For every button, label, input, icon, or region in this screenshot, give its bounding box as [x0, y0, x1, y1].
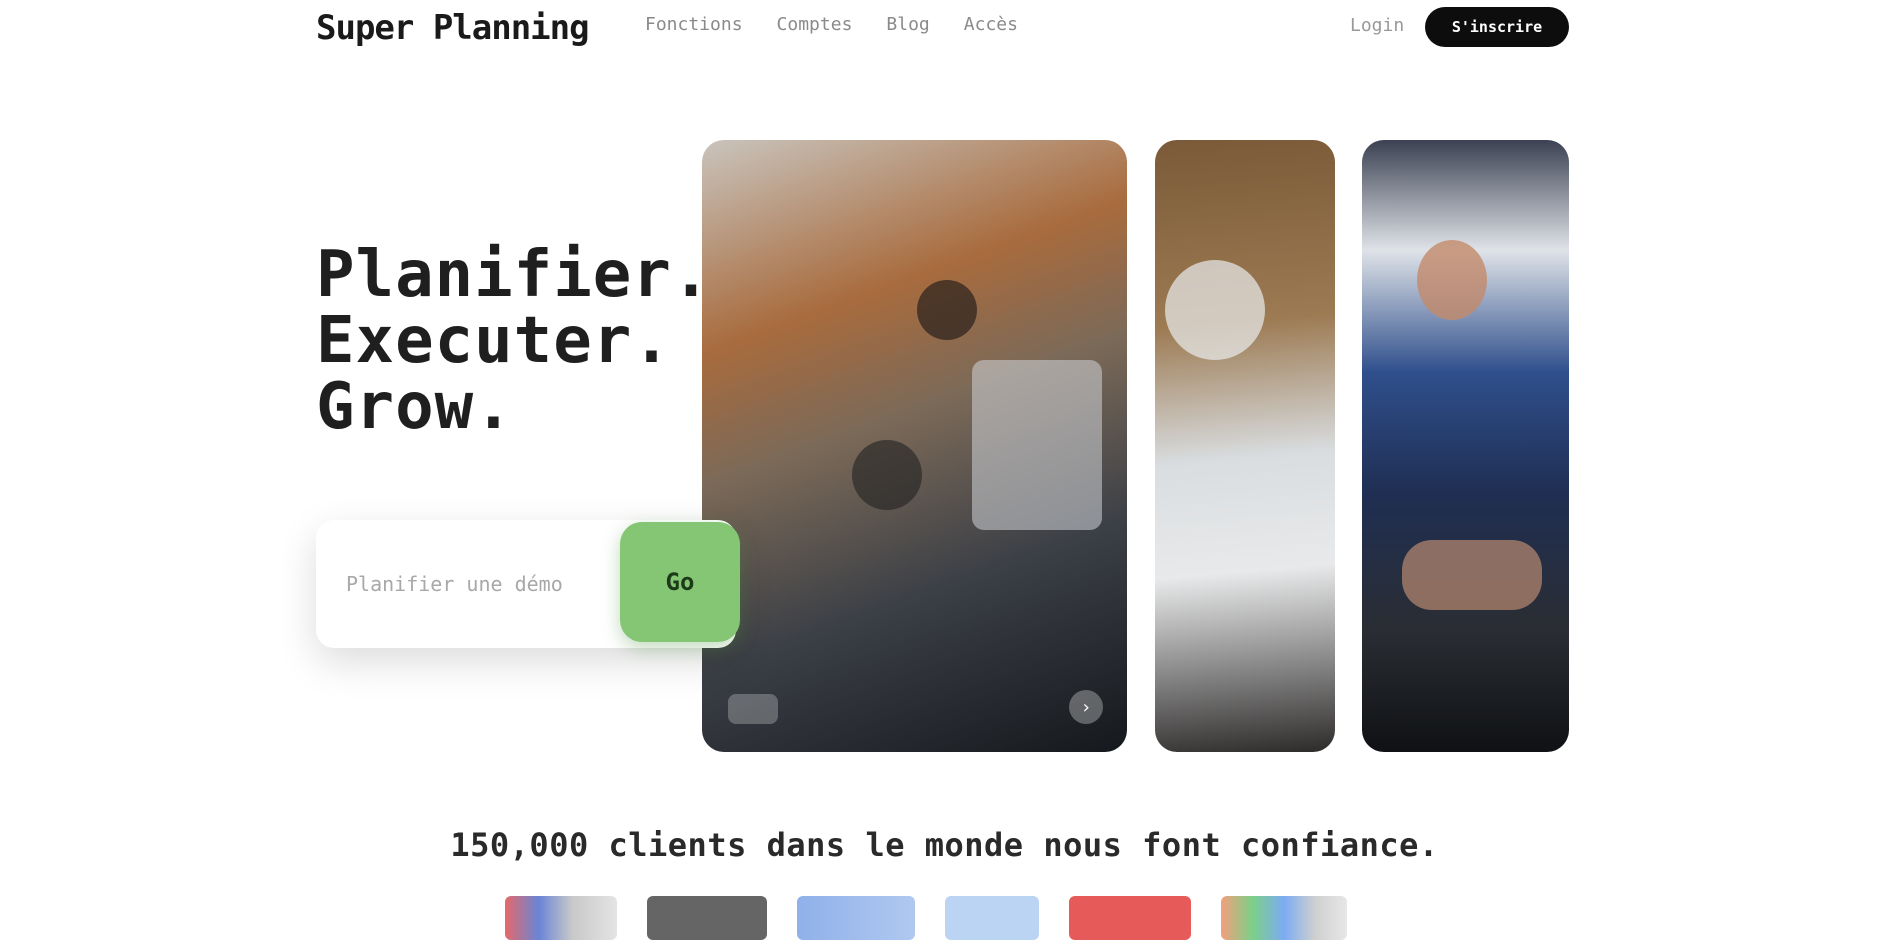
top-nav: Super Planning Fonctions Comptes Blog Ac… [0, 0, 1889, 56]
demo-input[interactable] [346, 566, 626, 602]
client-logo-1 [505, 896, 617, 940]
hero-photo-desk [1155, 140, 1335, 752]
login-link[interactable]: Login [1350, 15, 1404, 36]
client-logo-6 [1221, 896, 1347, 940]
client-logo-4 [945, 896, 1039, 940]
brand-logo[interactable]: Super Planning [316, 8, 590, 48]
arrow-right-icon[interactable]: › [1069, 690, 1103, 724]
nav-link-acces[interactable]: Accès [964, 14, 1018, 35]
go-button[interactable]: Go [620, 522, 740, 642]
photo-label [728, 694, 778, 724]
nav-links: Fonctions Comptes Blog Accès [645, 14, 1018, 35]
client-logo-3 [797, 896, 915, 940]
hero-photo-man [1362, 140, 1569, 752]
hero-photo-team: › [702, 140, 1127, 752]
nav-link-blog[interactable]: Blog [886, 14, 929, 35]
nav-link-fonctions[interactable]: Fonctions [645, 14, 743, 35]
trust-statement: 150,000 clients dans le monde nous font … [450, 826, 1439, 864]
signup-button[interactable]: S'inscrire [1425, 7, 1569, 47]
client-logo-5 [1069, 896, 1191, 940]
nav-link-comptes[interactable]: Comptes [777, 14, 853, 35]
client-logos [505, 896, 1347, 940]
headline-line-3: Grow. [316, 370, 514, 444]
hero-headline: Planifier. Executer. Grow. [316, 242, 711, 440]
headline-line-2: Executer. [316, 304, 672, 378]
client-logo-2 [647, 896, 767, 940]
headline-line-1: Planifier. [316, 238, 712, 312]
